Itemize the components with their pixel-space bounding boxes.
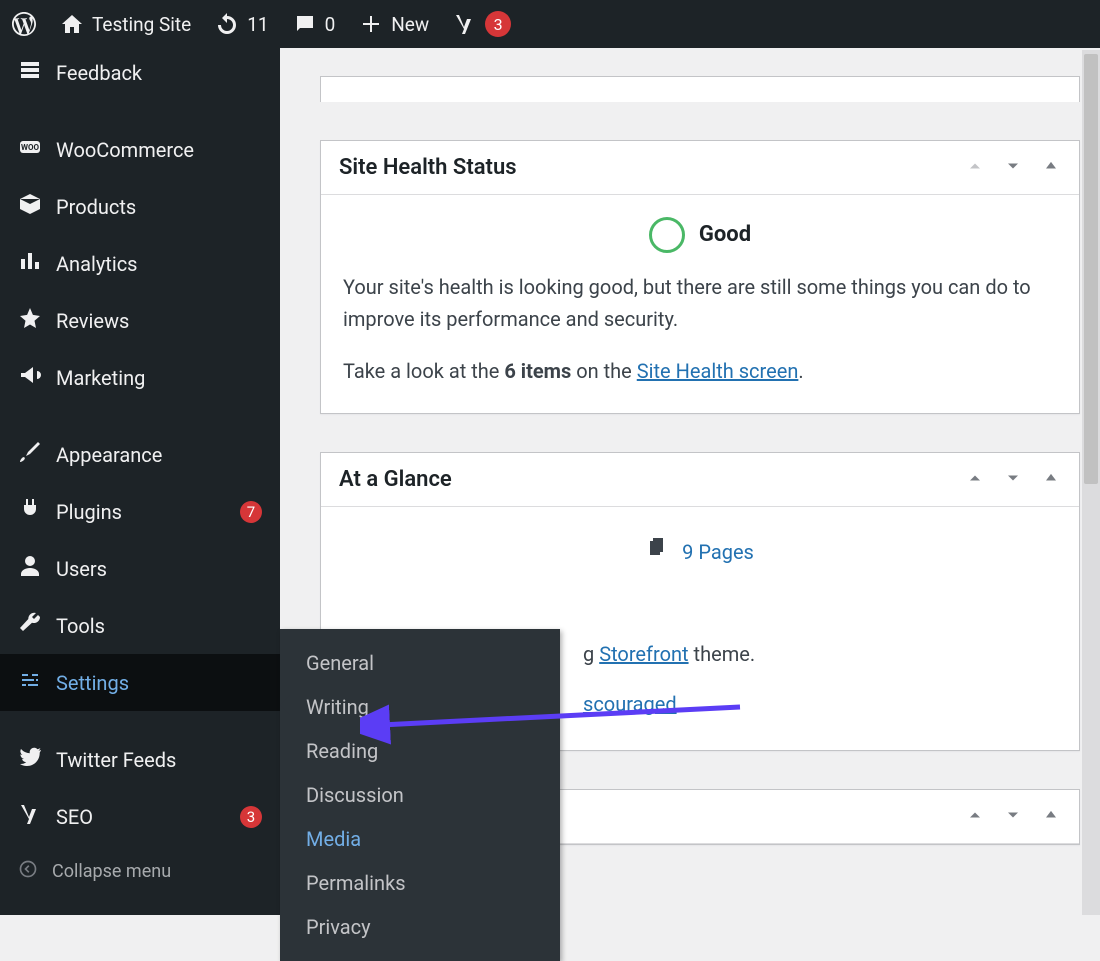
yoast-icon xyxy=(453,12,477,36)
toggle-icon[interactable] xyxy=(1041,156,1061,180)
scrollbar-track[interactable] xyxy=(1082,50,1100,915)
plug-icon xyxy=(18,497,42,526)
user-icon xyxy=(18,554,42,583)
sidebar-item-settings[interactable]: Settings xyxy=(0,654,280,711)
submenu-item-general[interactable]: General xyxy=(280,641,560,685)
health-text: Your site's health is looking good, but … xyxy=(343,271,1057,335)
comments[interactable]: 0 xyxy=(281,0,348,48)
woo-icon: WOO xyxy=(18,135,42,164)
chevron-up-icon[interactable] xyxy=(965,468,985,492)
admin-bar: Testing Site 11 0 New 3 xyxy=(0,0,1100,48)
widget-site-health: Site Health Status Good Your site's heal… xyxy=(320,140,1080,414)
sidebar-item-appearance[interactable]: Appearance xyxy=(0,426,280,483)
sidebar-item-label: Feedback xyxy=(56,61,262,85)
health-circle-icon xyxy=(649,217,685,253)
sidebar-item-label: Tools xyxy=(56,614,262,638)
sidebar-item-label: Reviews xyxy=(56,309,262,333)
plus-icon xyxy=(359,12,383,36)
sidebar-item-label: Plugins xyxy=(56,500,226,524)
submenu-item-reading[interactable]: Reading xyxy=(280,729,560,773)
brush-icon xyxy=(18,440,42,469)
yoast-badge: 3 xyxy=(485,11,511,37)
sidebar-item-marketing[interactable]: Marketing xyxy=(0,349,280,406)
sidebar-item-label: SEO xyxy=(56,805,226,829)
wp-logo[interactable] xyxy=(0,0,48,48)
sidebar-item-products[interactable]: Products xyxy=(0,178,280,235)
home-icon xyxy=(60,12,84,36)
plugins-badge: 7 xyxy=(240,501,262,523)
sidebar-item-label: Appearance xyxy=(56,443,262,467)
sidebar-item-feedback[interactable]: Feedback xyxy=(0,48,280,101)
sidebar-item-label: Twitter Feeds xyxy=(56,748,262,772)
box-icon xyxy=(18,192,42,221)
sidebar-item-label: Settings xyxy=(56,671,262,695)
sidebar-item-seo[interactable]: SEO 3 xyxy=(0,788,280,845)
widget-title: At a Glance xyxy=(339,467,965,492)
settings-submenu: General Writing Reading Discussion Media… xyxy=(280,629,560,961)
sidebar-item-label: Analytics xyxy=(56,252,262,276)
twitter-icon xyxy=(18,745,42,774)
wrench-icon xyxy=(18,611,42,640)
submenu-item-discussion[interactable]: Discussion xyxy=(280,773,560,817)
toggle-icon[interactable] xyxy=(1041,805,1061,829)
feedback-icon xyxy=(18,58,42,87)
site-home[interactable]: Testing Site xyxy=(48,0,203,48)
chevron-up-icon[interactable] xyxy=(965,156,985,180)
comment-icon xyxy=(293,12,317,36)
svg-text:WOO: WOO xyxy=(21,143,40,152)
chevron-down-icon[interactable] xyxy=(1003,156,1023,180)
admin-sidebar: Feedback WOO WooCommerce Products Analyt… xyxy=(0,48,280,915)
updates[interactable]: 11 xyxy=(203,0,280,48)
megaphone-icon xyxy=(18,363,42,392)
sidebar-item-label: Marketing xyxy=(56,366,262,390)
collapse-label: Collapse menu xyxy=(52,861,171,882)
health-link-line: Take a look at the 6 items on the Site H… xyxy=(343,355,1057,387)
pages-icon xyxy=(646,535,670,568)
sidebar-item-label: Products xyxy=(56,195,262,219)
sidebar-item-plugins[interactable]: Plugins 7 xyxy=(0,483,280,540)
sidebar-item-analytics[interactable]: Analytics xyxy=(0,235,280,292)
widget-top-stub xyxy=(320,76,1080,102)
sidebar-item-twitter[interactable]: Twitter Feeds xyxy=(0,731,280,788)
refresh-icon xyxy=(215,12,239,36)
star-icon xyxy=(18,306,42,335)
submenu-item-media[interactable]: Media xyxy=(280,817,560,861)
updates-count: 11 xyxy=(247,13,268,36)
discouraged-link[interactable]: scouraged xyxy=(583,692,677,716)
collapse-menu[interactable]: Collapse menu xyxy=(0,845,280,898)
sidebar-item-reviews[interactable]: Reviews xyxy=(0,292,280,349)
sliders-icon xyxy=(18,668,42,697)
widget-title: Site Health Status xyxy=(339,155,965,180)
theme-link[interactable]: Storefront xyxy=(599,642,688,666)
site-health-link[interactable]: Site Health screen xyxy=(637,359,799,383)
collapse-icon xyxy=(18,859,38,884)
health-status: Good xyxy=(699,217,751,252)
new-label: New xyxy=(391,13,429,36)
chevron-down-icon[interactable] xyxy=(1003,805,1023,829)
widget-body: Good Your site's health is looking good,… xyxy=(321,195,1079,413)
chevron-down-icon[interactable] xyxy=(1003,468,1023,492)
sidebar-item-label: Users xyxy=(56,557,262,581)
sidebar-item-woocommerce[interactable]: WOO WooCommerce xyxy=(0,121,280,178)
widget-header: Site Health Status xyxy=(321,141,1079,195)
chevron-up-icon[interactable] xyxy=(965,805,985,829)
submenu-item-writing[interactable]: Writing xyxy=(280,685,560,729)
sidebar-item-users[interactable]: Users xyxy=(0,540,280,597)
submenu-item-permalinks[interactable]: Permalinks xyxy=(280,861,560,905)
new-content[interactable]: New xyxy=(347,0,441,48)
submenu-item-privacy[interactable]: Privacy xyxy=(280,905,560,949)
sidebar-item-tools[interactable]: Tools xyxy=(0,597,280,654)
bar-chart-icon xyxy=(18,249,42,278)
scrollbar-thumb[interactable] xyxy=(1084,54,1098,484)
yoast-seo[interactable]: 3 xyxy=(441,0,523,48)
widget-header: At a Glance xyxy=(321,453,1079,507)
pages-link[interactable]: 9 Pages xyxy=(682,536,754,568)
seo-badge: 3 xyxy=(240,806,262,828)
toggle-icon[interactable] xyxy=(1041,468,1061,492)
site-name: Testing Site xyxy=(92,13,191,36)
sidebar-item-label: WooCommerce xyxy=(56,138,262,162)
comments-count: 0 xyxy=(325,13,336,36)
wordpress-icon xyxy=(12,12,36,36)
yoast-icon xyxy=(18,802,42,831)
